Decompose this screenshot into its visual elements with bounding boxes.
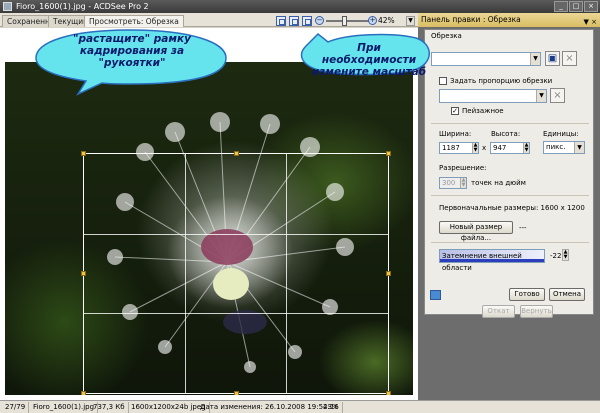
chevron-down-icon: ▼ (530, 53, 540, 65)
height-field[interactable]: 947 ▲ ▼ (490, 142, 530, 154)
panel-header-buttons[interactable]: ▼ × (584, 15, 597, 29)
dim-outside-slider[interactable]: Затемнение внешней области (439, 249, 545, 272)
zoom-level: 42% (378, 16, 395, 25)
spinner-icon[interactable]: ▲ ▼ (562, 249, 569, 261)
units-combo[interactable]: пикс. ▼ (543, 141, 585, 154)
maximize-icon[interactable]: □ (569, 1, 583, 12)
spinner-icon[interactable]: ▲ ▼ (523, 143, 529, 153)
status-filename: Fioro_1600(1).jpg (30, 402, 99, 413)
status-index: 27/79 (2, 402, 30, 413)
divider (431, 195, 589, 196)
divider (431, 123, 589, 124)
times-sign: x (482, 144, 487, 152)
panel-title-bar: Панель правки : Обрезка ▼ × (418, 13, 600, 27)
dim-outside-value: -22 (550, 252, 562, 260)
fit-image-icon[interactable] (276, 16, 286, 26)
status-zoom: 43% (320, 402, 343, 413)
dandelion-photo (5, 62, 413, 395)
title-bar: Fioro_1600(1).jpg - ACDSee Pro 2 _ □ × (0, 0, 600, 13)
chevron-down-icon: ▼ (536, 90, 546, 102)
delete-preset-icon[interactable]: × (562, 51, 577, 66)
dim-spinner[interactable]: ▲ ▼ (561, 249, 569, 261)
window-controls: _ □ × (554, 1, 598, 12)
callout-right-text: При необходимости измените масштаб (311, 42, 427, 78)
crop-handle-top-left[interactable] (81, 151, 86, 156)
zoom-dropdown-icon[interactable]: ▼ (406, 16, 415, 26)
resolution-unit: точек на дюйм (471, 179, 526, 187)
crop-grid-line (286, 154, 288, 393)
callout-drag-handles: "растащите" рамку кадрирования за "рукоя… (30, 26, 230, 98)
crop-settings: Обрезка ▼ ▣ × Задать пропорцию обрезки ▼… (424, 29, 594, 315)
crop-handle-bottom[interactable] (234, 391, 239, 395)
resolution-label: Разрешение: (439, 164, 487, 172)
width-value: 1187 (442, 144, 460, 152)
zoom-slider-thumb[interactable] (342, 16, 347, 26)
zoom-out-icon[interactable]: − (315, 16, 324, 25)
new-size-button[interactable]: Новый размер файла... (439, 221, 513, 242)
undo-button[interactable]: Откат (482, 305, 515, 318)
height-value: 947 (493, 144, 507, 152)
status-filesize: 737,3 Кб (90, 402, 129, 413)
crop-handle-right[interactable] (386, 271, 391, 276)
window-title: Fioro_1600(1).jpg - ACDSee Pro 2 (16, 2, 149, 11)
crop-grid-line (185, 154, 187, 393)
view-toolbar: − + 42% ▼ (270, 13, 418, 28)
close-icon[interactable]: × (584, 1, 598, 12)
landscape-label: Пейзажное (462, 107, 504, 115)
panel-title: Панель правки : Обрезка (421, 15, 521, 24)
spinner-icon[interactable]: ▲ ▼ (472, 143, 478, 153)
minimize-icon[interactable]: _ (554, 1, 568, 12)
landscape-checkbox[interactable]: ✓ (451, 107, 459, 115)
cancel-button[interactable]: Отмена (549, 288, 585, 301)
crop-frame[interactable] (81, 151, 391, 395)
preset-combo[interactable]: ▼ (431, 52, 541, 66)
ratio-combo[interactable]: ▼ (439, 89, 547, 103)
crop-handle-left[interactable] (81, 271, 86, 276)
resolution-value: 300 (442, 179, 456, 187)
width-label: Ширина: (439, 130, 472, 138)
original-size-label: Первоначальные размеры: 1600 x 1200 (439, 204, 585, 212)
crop-handle-bottom-left[interactable] (81, 391, 86, 395)
units-value: пикс. (546, 143, 566, 151)
resolution-field[interactable]: 300 ▲ ▼ (439, 177, 467, 189)
actual-size-icon[interactable] (289, 16, 299, 26)
units-label: Единицы: (543, 130, 579, 138)
height-label: Высота: (491, 130, 521, 138)
callout-left-text: "растащите" рамку кадрирования за "рукоя… (73, 33, 191, 69)
ok-button[interactable]: Готово (509, 288, 545, 301)
width-field[interactable]: 1187 ▲ ▼ (439, 142, 479, 154)
spinner-icon[interactable]: ▲ ▼ (460, 178, 466, 188)
dim-outside-label: Затемнение внешней области (442, 252, 522, 272)
crop-handle-bottom-right[interactable] (386, 391, 391, 395)
save-preset-icon[interactable]: ▣ (545, 51, 560, 66)
zoom-slider-track[interactable] (326, 20, 370, 22)
edit-panel: Панель правки : Обрезка ▼ × Обрезка ▼ ▣ … (418, 13, 600, 400)
crop-grid-line (84, 233, 388, 235)
swap-ratio-icon[interactable]: × (550, 88, 565, 103)
ratio-checkbox-label: Задать пропорцию обрезки (450, 77, 553, 85)
help-icon[interactable] (430, 290, 441, 300)
crop-handle-top-right[interactable] (386, 151, 391, 156)
crop-handle-top[interactable] (234, 151, 239, 156)
new-size-value: --- (519, 224, 527, 232)
chevron-down-icon: ▼ (574, 142, 584, 153)
divider (431, 242, 589, 243)
redo-button[interactable]: Вернуть (520, 305, 553, 318)
fit-width-icon[interactable] (302, 16, 312, 26)
app-icon (3, 2, 12, 11)
status-bar: 27/79 Fioro_1600(1).jpg 737,3 Кб 1600x12… (0, 400, 600, 413)
crop-grid-line (84, 313, 388, 315)
zoom-in-icon[interactable]: + (368, 16, 377, 25)
ratio-checkbox[interactable] (439, 77, 447, 85)
callout-zoom: При необходимости измените масштаб (298, 28, 436, 78)
